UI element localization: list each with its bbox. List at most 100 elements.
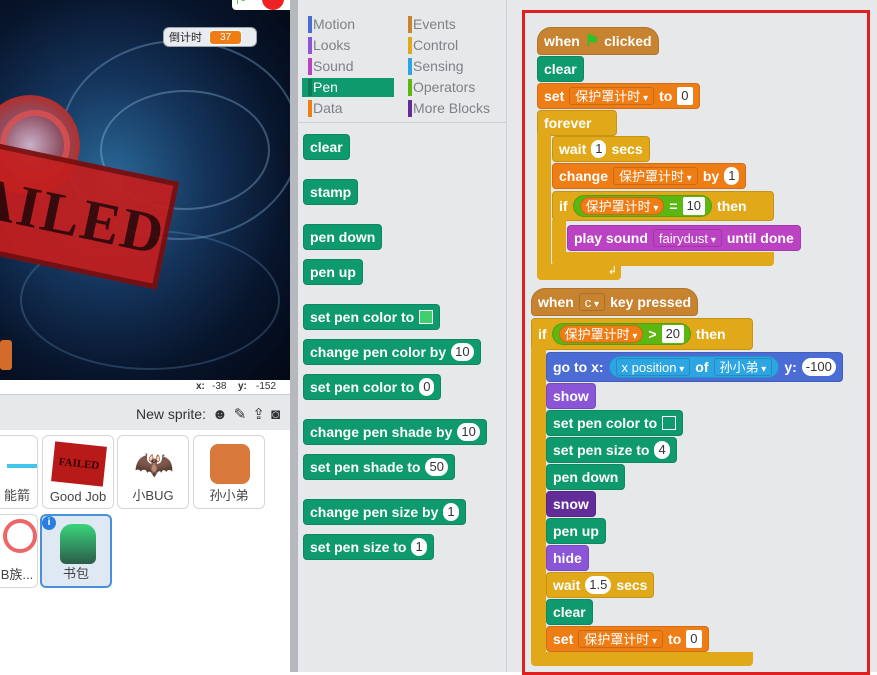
pen-up-block[interactable]: pen up bbox=[546, 518, 606, 544]
sound-dropdown[interactable]: fairydust bbox=[652, 229, 722, 247]
set-variable-block[interactable]: set保护罩计时to0 bbox=[546, 626, 709, 652]
category-motion[interactable]: Motion bbox=[302, 15, 394, 34]
set-pen-size-block[interactable]: set pen size to 4 bbox=[546, 437, 677, 463]
camera-icon[interactable]: ◙ bbox=[271, 406, 280, 423]
variable-reporter[interactable]: 保护罩计时 bbox=[558, 325, 644, 343]
category-data[interactable]: Data bbox=[302, 99, 394, 118]
block-text: set bbox=[544, 88, 565, 104]
palette-stamp-block[interactable]: stamp bbox=[303, 179, 359, 205]
number-input[interactable]: 50 bbox=[425, 458, 448, 476]
category-color-bar bbox=[308, 37, 312, 54]
go-to-xy-block[interactable]: go to x: x position of 孙小弟 y: -100 bbox=[546, 352, 843, 382]
variable-dropdown[interactable]: 保护罩计时 bbox=[578, 630, 664, 648]
variable-dropdown[interactable]: 保护罩计时 bbox=[569, 87, 655, 105]
bat-icon: 🦇 bbox=[134, 446, 174, 482]
palette-pen-up-block[interactable]: pen up bbox=[303, 259, 363, 285]
play-sound-block[interactable]: play soundfairydustuntil done bbox=[567, 225, 801, 251]
palette-set-pen-color-num-block[interactable]: set pen color to 0 bbox=[303, 374, 442, 400]
number-input[interactable]: 10 bbox=[457, 423, 480, 441]
variable-dropdown[interactable]: 保护罩计时 bbox=[613, 167, 698, 185]
category-more-blocks[interactable]: More Blocks bbox=[402, 99, 494, 118]
paint-sprite-icon[interactable]: ✎ bbox=[234, 405, 247, 423]
block-text: wait bbox=[553, 577, 581, 593]
number-input[interactable]: 1 bbox=[724, 167, 740, 185]
value-input[interactable]: 0 bbox=[686, 630, 702, 648]
number-input[interactable]: 1.5 bbox=[585, 576, 612, 594]
palette-set-pen-size-block[interactable]: set pen size to 1 bbox=[303, 534, 434, 560]
greater-than-operator[interactable]: 保护罩计时 > 20 bbox=[551, 323, 692, 345]
block-text: change bbox=[559, 168, 609, 184]
forever-block[interactable]: forever bbox=[537, 110, 617, 136]
value-input[interactable]: 0 bbox=[677, 87, 693, 105]
variable-reporter[interactable]: 保护罩计时 bbox=[579, 197, 665, 215]
wait-block[interactable]: wait 1 secs bbox=[552, 136, 650, 162]
sprite-dropdown[interactable]: 孙小弟 bbox=[713, 358, 773, 376]
clear-block[interactable]: clear bbox=[537, 56, 584, 82]
number-input[interactable]: 1 bbox=[443, 503, 459, 521]
sprite-tile[interactable]: 能箭 bbox=[0, 435, 38, 509]
number-input[interactable]: 4 bbox=[654, 441, 670, 459]
monitor-value: 37 bbox=[209, 29, 243, 45]
set-pen-color-block[interactable]: set pen color to bbox=[546, 410, 684, 436]
number-input[interactable]: 1 bbox=[411, 538, 427, 556]
number-input[interactable]: 0 bbox=[419, 378, 435, 396]
category-sound[interactable]: Sound bbox=[302, 57, 394, 76]
block-text: set pen shade to bbox=[310, 459, 421, 475]
when-key-pressed-hat[interactable]: whenckey pressed bbox=[531, 288, 699, 316]
hide-block[interactable]: hide bbox=[546, 545, 589, 571]
when-flag-clicked-hat[interactable]: when ⚑ clicked bbox=[537, 27, 659, 55]
x-position-of-reporter[interactable]: x position of 孙小弟 bbox=[608, 356, 780, 378]
wait-block[interactable]: wait 1.5 secs bbox=[546, 572, 655, 598]
y-value: -152 bbox=[256, 381, 277, 392]
sprite-tile[interactable]: B族... bbox=[0, 514, 38, 588]
change-variable-block[interactable]: change保护罩计时by1 bbox=[552, 163, 747, 189]
category-operators[interactable]: Operators bbox=[402, 78, 494, 97]
value-input[interactable]: 10 bbox=[682, 197, 706, 215]
palette-set-pen-shade-block[interactable]: set pen shade to 50 bbox=[303, 454, 455, 480]
number-input[interactable]: 10 bbox=[451, 343, 474, 361]
number-input[interactable]: -100 bbox=[801, 358, 836, 376]
attribute-dropdown[interactable]: x position bbox=[615, 358, 691, 376]
palette-change-pen-color-block[interactable]: change pen color by 10 bbox=[303, 339, 481, 365]
sprite-tile[interactable]: 🦇 小BUG bbox=[117, 435, 189, 509]
stage[interactable]: AILED 倒计时 37 ⚑ bbox=[0, 0, 290, 380]
category-looks[interactable]: Looks bbox=[302, 36, 394, 55]
sprite-tile[interactable]: FAILED Good Job bbox=[42, 435, 114, 509]
category-events[interactable]: Events bbox=[402, 15, 494, 34]
set-variable-block[interactable]: set保护罩计时to0 bbox=[537, 83, 700, 109]
show-block[interactable]: show bbox=[546, 383, 596, 409]
choose-sprite-icon[interactable]: ☻ bbox=[212, 406, 228, 423]
info-icon[interactable]: i bbox=[42, 516, 56, 530]
green-flag-icon[interactable]: ⚑ bbox=[234, 0, 247, 8]
color-swatch[interactable] bbox=[662, 416, 677, 430]
operator-symbol: > bbox=[648, 326, 657, 342]
key-dropdown[interactable]: c bbox=[578, 293, 606, 311]
palette-clear-block[interactable]: clear bbox=[303, 134, 350, 160]
sprite-tile[interactable]: 孙小弟 bbox=[193, 435, 265, 509]
palette-pen-down-block[interactable]: pen down bbox=[303, 224, 383, 250]
category-label: Events bbox=[413, 16, 456, 32]
variable-monitor[interactable]: 倒计时 37 bbox=[163, 27, 257, 47]
value-input[interactable]: 20 bbox=[661, 325, 685, 343]
color-swatch[interactable] bbox=[419, 310, 434, 324]
category-sensing[interactable]: Sensing bbox=[402, 57, 494, 76]
palette-set-pen-color-block[interactable]: set pen color to bbox=[303, 304, 441, 330]
palette-change-pen-shade-block[interactable]: change pen shade by 10 bbox=[303, 419, 487, 445]
number-input[interactable]: 1 bbox=[591, 140, 607, 158]
upload-sprite-icon[interactable]: ⇪ bbox=[252, 405, 265, 423]
pen-down-block[interactable]: pen down bbox=[546, 464, 626, 490]
if-block[interactable]: if 保护罩计时 > 20 then bbox=[531, 318, 753, 350]
category-pen[interactable]: Pen bbox=[302, 78, 394, 97]
palette-change-pen-size-block[interactable]: change pen size by 1 bbox=[303, 499, 466, 525]
block-text: key pressed bbox=[610, 294, 692, 310]
if-block[interactable]: if 保护罩计时 = 10 then bbox=[552, 191, 774, 221]
forever-arm bbox=[537, 134, 551, 274]
snow-custom-block[interactable]: snow bbox=[546, 491, 596, 517]
clear-block[interactable]: clear bbox=[546, 599, 593, 625]
stop-icon[interactable] bbox=[262, 0, 284, 10]
sprite-tile-selected[interactable]: i 书包 bbox=[40, 514, 112, 588]
equals-operator[interactable]: 保护罩计时 = 10 bbox=[572, 195, 713, 217]
sprite-fragment[interactable] bbox=[0, 340, 12, 370]
block-text: change pen shade by bbox=[310, 424, 453, 440]
category-control[interactable]: Control bbox=[402, 36, 494, 55]
